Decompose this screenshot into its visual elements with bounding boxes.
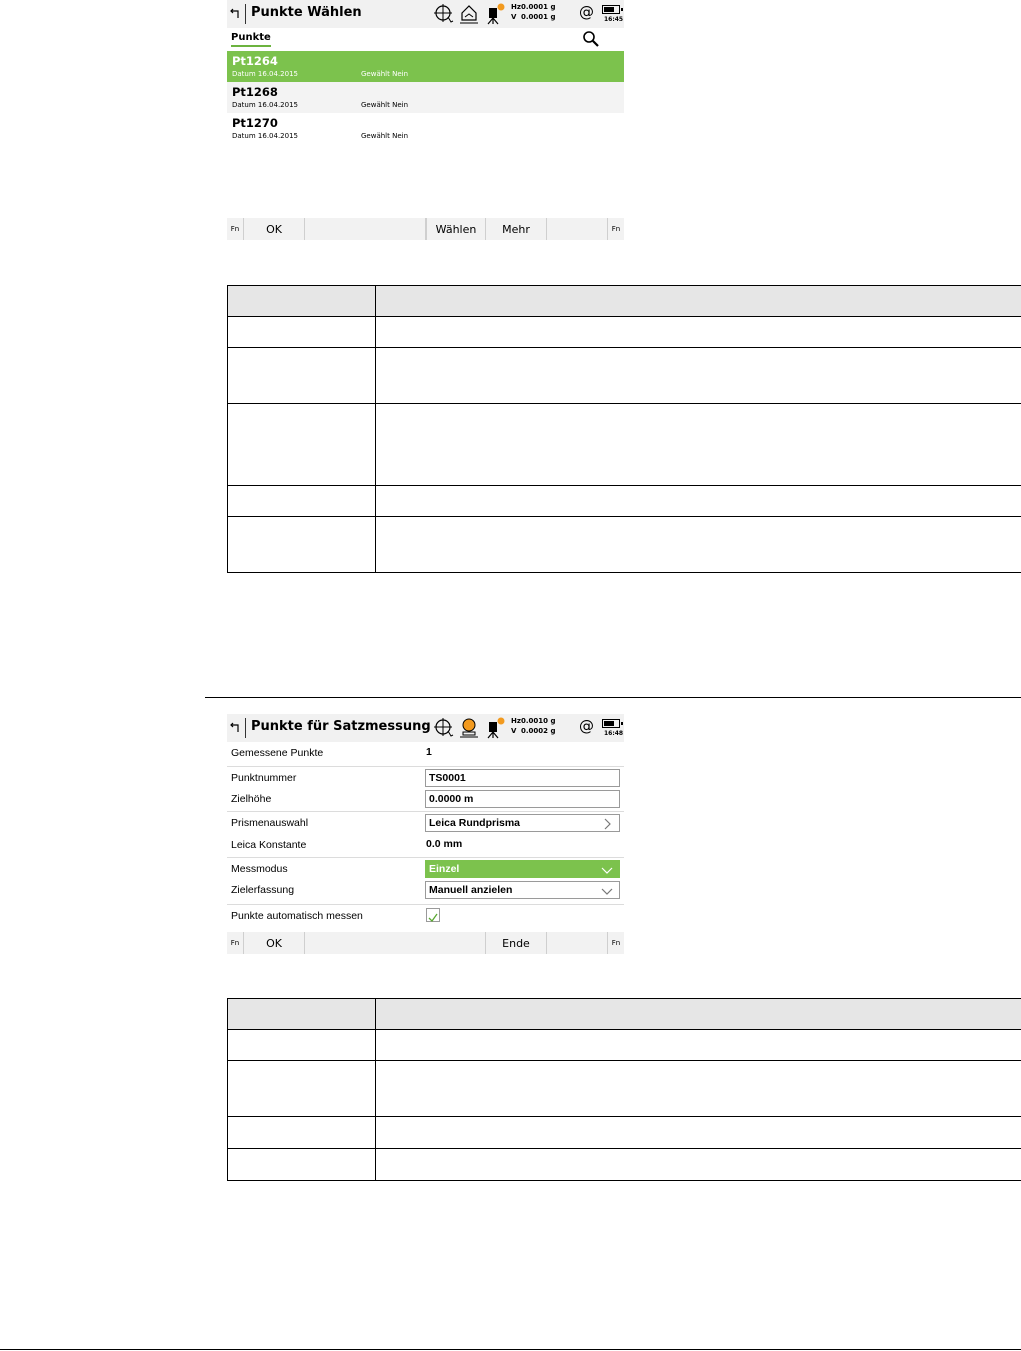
point-id-row: Punktnummer TS0001 — [227, 766, 624, 788]
list-item[interactable]: Pt1270 Datum 16.04.2015 Gewählt Nein — [227, 113, 624, 144]
tab-points[interactable]: Punkte — [231, 32, 271, 47]
prism-row: Prismenauswahl Leica Rundprisma — [227, 811, 624, 833]
softkey-bar: Fn OK Ende Fn — [227, 932, 624, 954]
table-row — [227, 516, 1021, 573]
auto-measure-checkbox[interactable] — [426, 908, 440, 923]
connection-icon[interactable]: @ — [579, 3, 594, 21]
target-aiming-row: Zielerfassung Manuell anzielen — [227, 879, 624, 901]
measure-mode-dropdown[interactable]: Einzel — [425, 860, 620, 878]
fn-key-right[interactable]: Fn — [608, 932, 624, 954]
select-points-screen: Punkte Wählen Hz0.0001 g V 0.0001 g @ 16:… — [227, 0, 624, 241]
table-row — [227, 1029, 1021, 1061]
measured-points-value: 1 — [426, 746, 432, 758]
ok-button[interactable]: OK — [243, 932, 305, 954]
table-header-cell — [227, 998, 376, 1030]
prism-target-icon[interactable] — [458, 717, 480, 739]
auto-measure-row: Punkte automatisch messen — [227, 904, 624, 926]
title-separator — [245, 718, 246, 738]
softkey-empty — [305, 932, 486, 954]
chevron-right-icon — [604, 818, 611, 830]
fn-key-left[interactable]: Fn — [227, 932, 243, 954]
list-item[interactable]: Pt1264 Datum 16.04.2015 Gewählt Nein — [227, 51, 624, 82]
table-row — [227, 347, 1021, 404]
crosshair-target-icon[interactable] — [433, 717, 455, 739]
title-separator — [245, 4, 246, 24]
target-aiming-dropdown[interactable]: Manuell anzielen — [425, 881, 620, 899]
angle-readout: Hz0.0010 g V 0.0002 g — [511, 717, 556, 735]
battery-icon — [602, 5, 623, 14]
table-row — [227, 403, 1021, 486]
title-bar: Punkte für Satzmessung Hz0.0010 g V 0.000… — [227, 714, 624, 742]
section-divider — [205, 697, 1021, 698]
target-height-input[interactable]: 0.0000 m — [425, 790, 620, 808]
fn-key-right[interactable]: Fn — [608, 218, 624, 240]
clock: 16:48 — [604, 730, 624, 737]
back-icon[interactable] — [230, 6, 242, 20]
battery-icon — [602, 719, 623, 728]
home-station-icon[interactable] — [458, 3, 480, 25]
end-button[interactable]: Ende — [486, 932, 547, 954]
connection-icon[interactable]: @ — [579, 717, 594, 735]
page-title: Punkte für Satzmessung — [251, 719, 431, 734]
softkey-empty — [547, 932, 608, 954]
table-row — [227, 316, 1021, 348]
list-item[interactable]: Pt1268 Datum 16.04.2015 Gewählt Nein — [227, 82, 624, 113]
point-id-input[interactable]: TS0001 — [425, 769, 620, 787]
target-height-row: Zielhöhe 0.0000 m — [227, 788, 624, 810]
page-title: Punkte Wählen — [251, 5, 362, 20]
angle-readout: Hz0.0001 g V 0.0001 g — [511, 3, 556, 21]
table-row — [227, 1116, 1021, 1149]
softkey-empty — [547, 218, 608, 240]
instrument-status-icon[interactable] — [483, 717, 505, 739]
table-header-cell — [227, 285, 376, 317]
description-table-2 — [227, 998, 1021, 1181]
crosshair-target-icon[interactable] — [433, 3, 455, 25]
table-row — [227, 1148, 1021, 1181]
table-row — [227, 485, 1021, 517]
clock: 16:45 — [604, 16, 624, 23]
title-bar: Punkte Wählen Hz0.0001 g V 0.0001 g @ 16:… — [227, 0, 624, 28]
fn-key-left[interactable]: Fn — [227, 218, 243, 240]
set-measurement-points-screen: Punkte für Satzmessung Hz0.0010 g V 0.000… — [227, 714, 624, 955]
softkey-empty — [305, 218, 426, 240]
table-header-cell — [375, 285, 1021, 317]
leica-constant-row: Leica Konstante 0.0 mm — [231, 838, 463, 851]
ok-button[interactable]: OK — [243, 218, 305, 240]
check-icon — [428, 913, 438, 923]
instrument-status-icon[interactable] — [483, 3, 505, 25]
select-button[interactable]: Wählen — [426, 218, 486, 240]
search-icon[interactable] — [582, 30, 600, 48]
measured-points-row: Gemessene Punkte 1 — [231, 746, 432, 759]
measure-mode-row: Messmodus Einzel — [227, 857, 624, 879]
leica-constant-value: 0.0 mm — [426, 838, 463, 850]
chevron-down-icon — [601, 888, 613, 895]
more-button[interactable]: Mehr — [486, 218, 547, 240]
softkey-bar: Fn OK Wählen Mehr Fn — [227, 218, 624, 240]
description-table-1 — [227, 285, 1021, 573]
back-icon[interactable] — [230, 720, 242, 734]
table-header-cell — [375, 998, 1021, 1030]
tab-row: Punkte — [227, 28, 624, 50]
chevron-down-icon — [601, 867, 613, 874]
prism-selector[interactable]: Leica Rundprisma — [425, 814, 620, 832]
table-row — [227, 1060, 1021, 1117]
page-footer-rule — [0, 1349, 1021, 1350]
